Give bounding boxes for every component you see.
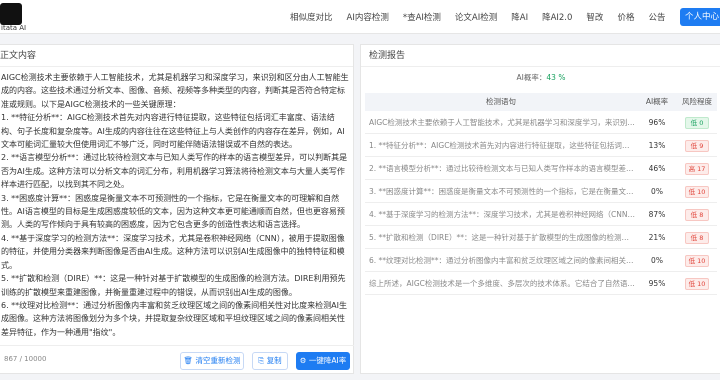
row-sentence: 6. **纹理对比检测**：通过分析图像内丰富和贫乏纹理区域之间的像素间相关性对… [369,256,635,265]
report-panel: 检测报告 AI概率：43 % 检测语句 AI概率 风险程度 AIGC检测技术主要… [360,44,720,374]
row-sentence: 1. **特征分析**：AIGC检测技术首先对内容进行特征提取，这些特征包括词汇… [369,141,635,150]
content-panel-footer: 867 / 10000 🗑 清空重新检测 ⎘ 复制 ⚙ 一键降AI率 [0,345,354,375]
char-counter: 867 / 10000 [4,355,47,363]
risk-badge: 低 9 [685,140,709,152]
risk-badge: 低 10 [685,255,709,267]
brand-logo[interactable] [0,3,22,25]
row-ai-prob: 21% [648,233,666,242]
row-ai-prob: 13% [648,141,666,150]
row-ai-prob: 0% [651,187,663,196]
column-header-ai-prob: AI概率 [645,97,669,106]
nav-item-smart-edit[interactable]: 智改 [586,11,603,23]
table-row[interactable]: 综上所述，AIGC检测技术是一个多维度、多层次的技术体系。它结合了自然语言处理、… [365,272,717,295]
nav-item-paper-ai-detect[interactable]: 论文AI检测 [455,11,497,23]
row-ai-prob: 0% [651,256,663,265]
copy-label: 复制 [266,356,282,365]
table-row[interactable]: 4. **基于深度学习的检测方法**：深度学习技术，尤其是卷积神经网络（CNN）… [365,203,717,226]
magic-icon: ⚙ [299,356,309,365]
trash-icon: 🗑 [183,356,196,365]
clear-redetect-button[interactable]: 🗑 清空重新检测 [180,352,244,370]
risk-badge: 低 8 [685,232,709,244]
content-panel: 正文内容 AIGC检测技术主要依赖于人工智能技术，尤其是机器学习和深度学习，来识… [0,44,354,374]
report-table-header: 检测语句 AI概率 风险程度 [365,93,717,111]
row-sentence: 综上所述，AIGC检测技术是一个多维度、多层次的技术体系。它结合了自然语言处理、… [369,279,635,288]
reduce-ai-rate-button[interactable]: ⚙ 一键降AI率 [296,352,350,370]
ai-rate-summary: AI概率：43 % [361,72,720,83]
table-row[interactable]: 1. **特征分析**：AIGC检测技术首先对内容进行特征提取，这些特征包括词汇… [365,134,717,157]
report-panel-title: 检测报告 [361,45,720,67]
top-nav: itata AI 相似度对比 AI内容检测 *查AI检测 论文AI检测 降AI … [0,0,720,34]
risk-badge: 低 0 [685,117,709,129]
copy-button[interactable]: ⎘ 复制 [252,352,288,370]
row-ai-prob: 96% [648,118,666,127]
clear-redetect-label: 清空重新检测 [195,356,241,365]
risk-badge: 低 10 [685,186,709,198]
nav-item-reduce-ai[interactable]: 降AI [511,11,528,23]
row-ai-prob: 87% [648,210,666,219]
risk-badge: 低 10 [685,278,709,290]
risk-badge: 低 8 [685,209,709,221]
nav-item-similarity[interactable]: 相似度对比 [290,11,333,23]
copy-icon: ⎘ [258,356,267,365]
row-sentence: 5. **扩散和检测（DIRE）**：这是一种针对基于扩散模型的生成图像的检测方… [369,233,635,242]
nav-item-announcements[interactable]: 公告 [648,11,665,23]
column-header-risk: 风险程度 [682,97,712,106]
content-textarea[interactable]: AIGC检测技术主要依赖于人工智能技术，尤其是机器学习和深度学习，来识别和区分由… [0,71,350,341]
ai-rate-value: 43 % [546,73,566,82]
risk-badge: 高 17 [685,163,709,175]
reduce-ai-rate-label: 一键降AI率 [308,356,347,365]
brand-name: itata AI [1,24,27,32]
nav-item-reduce-ai-2[interactable]: 降AI2.0 [542,11,572,23]
row-ai-prob: 95% [648,279,666,288]
table-row[interactable]: AIGC检测技术主要依赖于人工智能技术，尤其是机器学习和深度学习，来识别和区分由… [365,111,717,134]
row-sentence: 4. **基于深度学习的检测方法**：深度学习技术，尤其是卷积神经网络（CNN）… [369,210,635,219]
nav-item-ai-content-detect[interactable]: AI内容检测 [347,11,389,23]
table-row[interactable]: 5. **扩散和检测（DIRE）**：这是一种针对基于扩散模型的生成图像的检测方… [365,226,717,249]
user-center-button[interactable]: 个人中心 [680,8,720,26]
nav-item-pricing[interactable]: 价格 [617,11,634,23]
table-row[interactable]: 2. **语言模型分析**：通过比较待检测文本与已知人类写作样本的语言模型差异，… [365,157,717,180]
nav-item-check-ai[interactable]: *查AI检测 [403,11,441,23]
main-menu: 相似度对比 AI内容检测 *查AI检测 论文AI检测 降AI 降AI2.0 智改… [290,0,679,34]
table-row[interactable]: 3. **困惑度计算**：困惑度是衡量文本不可预测性的一个指标，它是在衡量文本的… [365,180,717,203]
row-sentence: AIGC检测技术主要依赖于人工智能技术，尤其是机器学习和深度学习，来识别和区分由… [369,118,635,127]
ai-rate-label: AI概率： [516,73,547,82]
row-sentence: 3. **困惑度计算**：困惑度是衡量文本不可预测性的一个指标，它是在衡量文本的… [369,187,635,196]
column-header-sentence: 检测语句 [486,97,516,106]
content-panel-title: 正文内容 [0,45,353,67]
table-row[interactable]: 6. **纹理对比检测**：通过分析图像内丰富和贫乏纹理区域之间的像素间相关性对… [365,249,717,272]
row-sentence: 2. **语言模型分析**：通过比较待检测文本与已知人类写作样本的语言模型差异，… [369,164,635,173]
row-ai-prob: 46% [648,164,666,173]
